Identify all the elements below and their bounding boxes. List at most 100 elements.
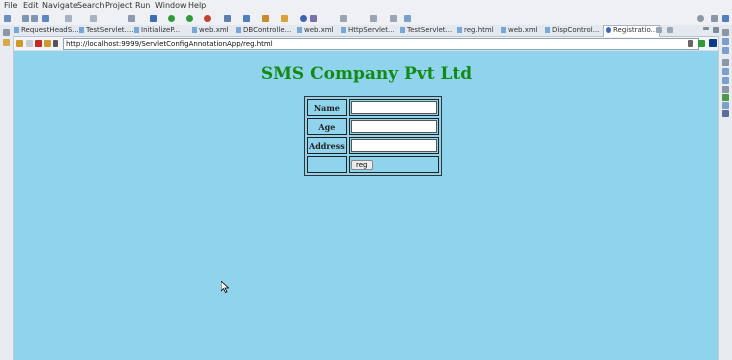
back-icon[interactable]: [370, 15, 377, 22]
forward-arrow-icon[interactable]: [26, 40, 33, 47]
xml-file-icon: [297, 27, 302, 33]
task-list-icon[interactable]: [722, 47, 729, 54]
menu-help[interactable]: Help: [188, 1, 206, 10]
back-arrow-icon[interactable]: [16, 40, 23, 47]
tab-overflow-icon[interactable]: [667, 27, 673, 33]
tab-label: reg.html: [464, 26, 494, 34]
stop-icon[interactable]: [35, 40, 42, 47]
java-file-icon: [134, 27, 139, 33]
step-icon[interactable]: [90, 15, 97, 22]
menu-bar: File Edit Navigate Search Project Run Wi…: [0, 0, 732, 12]
name-cell: [348, 99, 439, 116]
tab-label: web.xml: [508, 26, 538, 34]
skip-icon[interactable]: [128, 15, 135, 22]
tab-reg-html[interactable]: reg.html: [457, 26, 494, 36]
external-tools-icon[interactable]: [204, 15, 211, 22]
open-task-icon[interactable]: [262, 15, 269, 22]
registration-form: Name Age Address reg: [304, 96, 442, 176]
data-source-explorer-icon[interactable]: [722, 94, 729, 101]
reg-button[interactable]: reg: [350, 159, 373, 170]
tab-label: DispControl...: [552, 26, 600, 34]
web-browser-status-icon[interactable]: [709, 39, 717, 47]
tab-registratio[interactable]: Registratio...: [603, 25, 661, 37]
restore-icon[interactable]: [3, 29, 10, 36]
tab-web-xml-2[interactable]: web.xml: [297, 26, 334, 36]
empty-cell: [307, 156, 347, 173]
tab-close-icon[interactable]: [656, 27, 662, 33]
age-label: Age: [307, 118, 347, 135]
properties-icon[interactable]: [722, 77, 729, 84]
coverage-icon[interactable]: [186, 15, 193, 22]
open-type-icon[interactable]: [243, 15, 250, 22]
run-icon[interactable]: [168, 15, 175, 22]
form-row-address: Address: [307, 137, 439, 154]
new-icon[interactable]: [4, 15, 11, 22]
tab-dispcontrol[interactable]: DispControl...: [545, 26, 599, 36]
pin-editor-icon[interactable]: [404, 15, 411, 22]
browser-tab-icon: [606, 27, 611, 33]
tab-web-xml-1[interactable]: web.xml: [192, 26, 229, 36]
menu-search[interactable]: Search: [77, 1, 104, 10]
menu-navigate[interactable]: Navigate: [42, 1, 78, 10]
tab-testservlet-2[interactable]: TestServlet...: [400, 26, 452, 36]
tab-label: Registratio...: [613, 26, 658, 34]
menu-project[interactable]: Project: [105, 1, 132, 10]
outline-icon[interactable]: [722, 38, 729, 45]
age-cell: [348, 118, 439, 135]
save-all-icon[interactable]: [31, 15, 38, 22]
button-cell: reg: [348, 156, 439, 173]
address-field[interactable]: [350, 139, 437, 152]
restore-bottom-icon[interactable]: [722, 59, 729, 66]
prev-annotation-icon[interactable]: [340, 15, 347, 22]
open-perspective-icon[interactable]: [711, 15, 718, 22]
minimize-icon[interactable]: [703, 27, 709, 30]
project-explorer-icon[interactable]: [3, 39, 10, 46]
name-label: Name: [307, 99, 347, 116]
console-icon[interactable]: [722, 110, 729, 117]
browser-nav-bar: http://localhost:9999/ServletConfigAnnot…: [14, 37, 719, 50]
tab-dbcontrolle[interactable]: DBControlle...: [236, 26, 291, 36]
java-ee-perspective-icon[interactable]: [722, 15, 729, 22]
tab-requestheads[interactable]: RequestHeadS...: [14, 26, 79, 36]
chevron-down-icon[interactable]: [53, 40, 58, 47]
url-dropdown-chevron-icon[interactable]: [688, 40, 693, 47]
page-title: SMS Company Pvt Ltd: [260, 64, 473, 84]
tab-label: TestServlet....: [86, 26, 134, 34]
left-trim-strip: [0, 29, 14, 360]
tab-label: DBControlle...: [243, 26, 292, 34]
servers-icon[interactable]: [722, 86, 729, 93]
menu-edit[interactable]: Edit: [23, 1, 39, 10]
refresh-icon[interactable]: [44, 40, 51, 47]
restore-right-icon[interactable]: [722, 29, 729, 36]
tab-initializep[interactable]: InitializeP...: [134, 26, 180, 36]
save-icon[interactable]: [22, 15, 29, 22]
tab-httpservlet[interactable]: HttpServlet...: [341, 26, 395, 36]
print-icon[interactable]: [42, 15, 49, 22]
snippets-icon[interactable]: [722, 102, 729, 109]
maximize-icon[interactable]: [713, 27, 719, 33]
markers-icon[interactable]: [722, 68, 729, 75]
tab-label: HttpServlet...: [348, 26, 395, 34]
quick-access-search-icon[interactable]: [697, 15, 704, 22]
go-icon[interactable]: [698, 40, 705, 47]
search-toolbar-icon[interactable]: [281, 15, 288, 22]
age-field[interactable]: [350, 120, 437, 133]
menu-file[interactable]: File: [4, 1, 17, 10]
toggle-icon[interactable]: [65, 15, 72, 22]
menu-run[interactable]: Run: [135, 1, 150, 10]
main-toolbar: [0, 12, 732, 25]
annotation-icon[interactable]: [310, 15, 317, 22]
form-row-submit: reg: [307, 156, 439, 173]
url-input[interactable]: http://localhost:9999/ServletConfigAnnot…: [63, 38, 699, 50]
forward-icon[interactable]: [390, 15, 397, 22]
new-server-icon[interactable]: [224, 15, 231, 22]
debug-icon[interactable]: [150, 15, 157, 22]
tab-label: InitializeP...: [141, 26, 181, 34]
tab-testservlet-1[interactable]: TestServlet....: [79, 26, 133, 36]
name-field[interactable]: [350, 101, 437, 114]
tab-web-xml-3[interactable]: web.xml: [501, 26, 538, 36]
web-browser-icon[interactable]: [300, 15, 307, 22]
java-file-icon: [341, 27, 346, 33]
mouse-cursor-icon: [221, 281, 229, 293]
menu-window[interactable]: Window: [155, 1, 187, 10]
